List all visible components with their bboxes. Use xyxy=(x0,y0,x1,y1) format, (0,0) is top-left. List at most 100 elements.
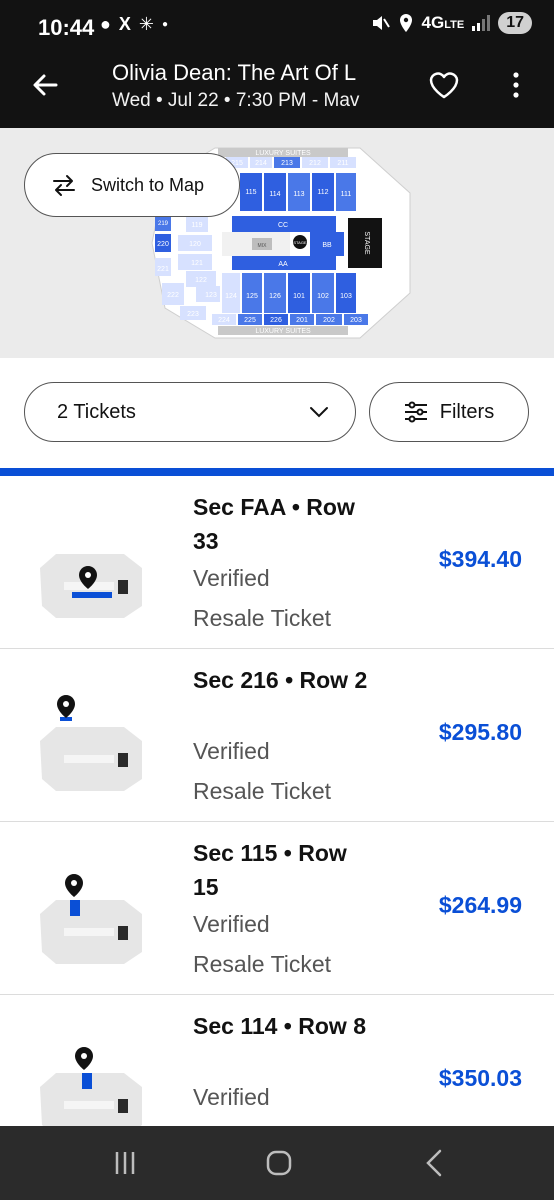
walmart-icon: ✳ xyxy=(138,14,154,34)
svg-text:211: 211 xyxy=(337,160,348,167)
notification-icons: ● X ✳ ● xyxy=(100,14,168,35)
svg-text:STAGE: STAGE xyxy=(293,240,307,245)
svg-text:115: 115 xyxy=(245,189,256,196)
recent-apps-icon[interactable] xyxy=(110,1148,140,1178)
listing-price: $394.40 xyxy=(438,546,522,572)
svg-text:123: 123 xyxy=(205,292,217,299)
ticket-listing[interactable]: Sec 216 • Row 2 Verified Resale Ticket $… xyxy=(0,649,554,822)
svg-text:111: 111 xyxy=(341,191,352,198)
dot-icon: ● xyxy=(161,19,169,30)
lower-top-sections[interactable]: 115 114 113 112 111 xyxy=(240,173,356,211)
svg-text:226: 226 xyxy=(270,317,282,324)
svg-text:120: 120 xyxy=(189,241,201,248)
listing-verified: Verified xyxy=(193,738,270,764)
filters-label: Filters xyxy=(439,400,495,423)
svg-text:224: 224 xyxy=(218,317,230,324)
ticket-listing[interactable]: Sec 114 • Row 8 Verified $350.03 xyxy=(0,995,554,1126)
floor-sections[interactable]: CC MIX STAGE BB AA STAGE xyxy=(222,216,382,270)
svg-text:MIX: MIX xyxy=(258,243,268,249)
heart-icon[interactable] xyxy=(428,70,460,100)
upper-top-sections[interactable]: 215 214 213 212 211 xyxy=(226,157,356,168)
svg-text:CC: CC xyxy=(278,222,288,229)
event-subtitle: Wed • Jul 22 • 7:30 PM - Mav xyxy=(112,90,360,111)
svg-text:121: 121 xyxy=(191,260,203,267)
seat-map-area[interactable]: LUXURY SUITES LUXURY SUITES 215 214 213 … xyxy=(0,128,554,358)
luxury-suites-bottom-label: LUXURY SUITES xyxy=(255,328,311,335)
svg-text:225: 225 xyxy=(244,317,256,324)
home-icon[interactable] xyxy=(264,1148,294,1178)
listing-resale: Resale Ticket xyxy=(193,778,332,804)
ticket-quantity-select[interactable]: 2 Tickets xyxy=(24,382,356,442)
svg-text:AA: AA xyxy=(278,261,288,268)
svg-text:223: 223 xyxy=(187,311,199,318)
listing-resale: Resale Ticket xyxy=(193,951,332,977)
svg-text:219: 219 xyxy=(158,221,169,227)
listing-verified: Verified xyxy=(193,911,270,937)
svg-text:222: 222 xyxy=(167,292,179,299)
svg-text:214: 214 xyxy=(255,160,267,167)
sliders-icon xyxy=(404,401,427,423)
svg-text:221: 221 xyxy=(157,266,169,273)
status-bar: 10:44 ● X ✳ ● 4GLTE 17 xyxy=(0,0,554,56)
listing-verified: Verified xyxy=(193,565,270,591)
svg-text:103: 103 xyxy=(340,293,352,300)
ticket-listing[interactable]: Sec FAA • Row 33 Verified Resale Ticket … xyxy=(0,476,554,649)
status-time: 10:44 xyxy=(38,15,95,40)
svg-text:203: 203 xyxy=(350,317,362,324)
listing-section-row: Sec FAA • Row 33 xyxy=(193,494,355,554)
svg-text:212: 212 xyxy=(309,160,321,167)
svg-text:102: 102 xyxy=(317,293,329,300)
section-thumbnail xyxy=(40,695,142,791)
svg-text:125: 125 xyxy=(246,293,258,300)
section-thumbnail xyxy=(40,874,142,964)
upper-bottom-sections[interactable]: 224 225 226 201 202 203 xyxy=(212,314,368,325)
accent-divider xyxy=(0,468,554,476)
svg-text:114: 114 xyxy=(269,191,280,198)
listing-price: $264.99 xyxy=(438,892,522,918)
back-nav-icon[interactable] xyxy=(420,1148,450,1178)
section-thumbnail xyxy=(40,554,142,618)
listing-price: $295.80 xyxy=(438,719,522,745)
chevron-down-icon xyxy=(310,407,328,418)
listing-section-row: Sec 114 • Row 8 xyxy=(193,1013,366,1039)
system-nav-bar xyxy=(0,1126,554,1200)
listing-section-row: Sec 115 • Row 15 xyxy=(193,840,347,900)
svg-text:112: 112 xyxy=(317,189,328,196)
svg-text:STAGE: STAGE xyxy=(363,231,370,255)
filters-button[interactable]: Filters xyxy=(369,382,529,442)
chat-bubble-icon: ● xyxy=(100,14,111,34)
svg-text:126: 126 xyxy=(269,293,281,300)
svg-text:202: 202 xyxy=(323,317,335,324)
svg-text:124: 124 xyxy=(225,293,237,300)
ticket-list: Sec FAA • Row 33 Verified Resale Ticket … xyxy=(0,476,554,1126)
more-options-icon[interactable] xyxy=(506,70,526,100)
status-right: 4GLTE 17 xyxy=(370,12,532,34)
event-title: Olivia Dean: The Art Of L xyxy=(112,60,357,85)
listing-section-row: Sec 216 • Row 2 xyxy=(193,667,368,693)
svg-text:119: 119 xyxy=(191,222,202,229)
svg-text:101: 101 xyxy=(293,293,305,300)
back-arrow-icon[interactable] xyxy=(30,70,60,100)
ticket-quantity-label: 2 Tickets xyxy=(57,400,136,423)
svg-text:220: 220 xyxy=(157,241,169,248)
svg-text:BB: BB xyxy=(322,242,332,249)
listing-resale: Resale Ticket xyxy=(193,605,332,631)
luxury-suites-top-label: LUXURY SUITES xyxy=(255,150,311,157)
switch-to-map-button[interactable]: Switch to Map xyxy=(24,153,240,217)
ticket-listing[interactable]: Sec 115 • Row 15 Verified Resale Ticket … xyxy=(0,822,554,995)
signal-icon xyxy=(472,15,491,31)
x-icon: X xyxy=(118,14,131,34)
section-thumbnail xyxy=(40,1047,142,1126)
listing-price: $350.03 xyxy=(438,1065,522,1091)
filter-controls: 2 Tickets Filters xyxy=(0,358,554,468)
switch-to-map-label: Switch to Map xyxy=(91,174,205,195)
svg-text:213: 213 xyxy=(281,160,293,167)
swap-arrows-icon xyxy=(53,175,75,196)
network-type: 4GLTE xyxy=(421,13,465,32)
event-header: Olivia Dean: The Art Of L Wed • Jul 22 •… xyxy=(0,56,554,128)
svg-text:201: 201 xyxy=(296,317,308,324)
mute-icon xyxy=(372,16,390,30)
location-icon xyxy=(399,14,412,32)
listing-verified: Verified xyxy=(193,1084,270,1110)
notification-count-badge: 17 xyxy=(498,12,532,34)
